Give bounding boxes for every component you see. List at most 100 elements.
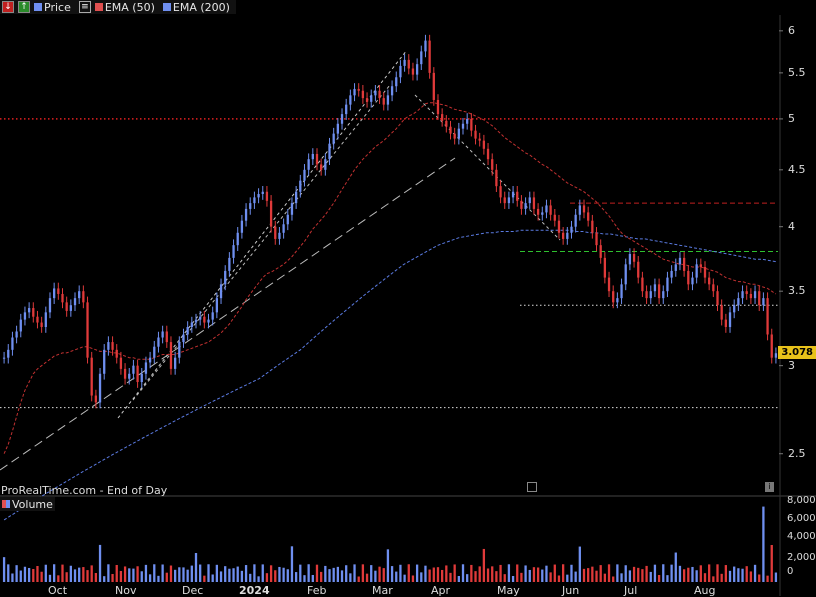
candle-22 [94,395,98,403]
candle-75 [315,153,319,165]
candle-181 [758,291,761,306]
volume-bar-148 [620,573,623,582]
candle-26 [111,342,114,350]
candle-11 [48,298,52,313]
volume-swatch-icon [2,500,10,508]
candle-71 [299,180,302,192]
ema200-line [3,229,776,521]
candle-159 [666,277,669,292]
candle-40 [169,342,173,369]
volume-bar-144 [603,573,607,582]
candle-111 [466,118,469,124]
candle-67 [282,224,285,233]
info-icon[interactable]: i [765,482,774,492]
volume-bar-143 [599,565,602,582]
volume-tick-label: 0 [787,566,794,577]
volume-bar-9 [40,571,43,582]
volume-bar-10 [44,564,47,582]
candle-166 [695,264,698,278]
volume-bar-45 [190,565,193,582]
volume-bar-90 [378,566,381,582]
candle-39 [165,331,168,343]
volume-bar-92 [386,549,390,582]
candle-9 [40,322,43,327]
volume-bar-6 [27,567,31,582]
volume-bar-172 [720,573,723,582]
candle-156 [653,284,657,292]
candle-110 [461,123,465,129]
candle-163 [682,257,686,271]
candle-104 [436,99,440,115]
candle-32 [136,365,139,383]
candle-19 [82,291,85,303]
candle-13 [57,288,60,294]
volume-bar-125 [524,565,527,582]
volume-bar-32 [136,566,139,582]
volume-bar-53 [224,566,227,582]
candle-45 [190,322,193,327]
volume-bar-118 [495,571,498,582]
candle-128 [536,208,540,215]
candle-73 [307,159,310,170]
volume-bar-119 [499,564,502,582]
candle-154 [645,291,648,299]
volume-bar-155 [649,571,652,582]
candle-175 [733,305,736,313]
volume-bar-132 [553,564,556,582]
volume-bar-180 [753,564,757,582]
price-chart[interactable] [0,0,816,596]
candle-97 [407,59,410,69]
candle-100 [420,51,423,65]
candle-182 [762,298,765,306]
volume-bar-2 [11,573,14,582]
volume-bar-7 [32,568,35,582]
volume-bar-68 [286,569,289,582]
candle-63 [265,191,269,201]
candle-6 [27,308,31,313]
candle-23 [98,373,102,403]
candle-153 [641,277,644,292]
candle-109 [457,128,460,139]
candle-83 [349,95,352,105]
x-tick-label: Feb [307,584,327,597]
ema50-line [3,102,777,454]
volume-bar-130 [545,565,548,582]
candle-15 [65,302,68,311]
volume-bar-107 [449,572,452,582]
candle-148 [620,284,623,299]
candle-127 [532,197,536,209]
candle-47 [199,316,202,320]
volume-bar-5 [23,566,27,582]
volume-bar-66 [278,566,281,582]
candle-178 [745,291,748,294]
volume-legend[interactable]: Volume [0,497,55,511]
candle-118 [495,169,498,187]
candle-167 [699,264,702,267]
volume-bar-99 [415,564,419,582]
volume-bar-25 [107,564,110,582]
volume-bar-157 [657,574,661,582]
volume-bar-124 [520,572,523,582]
y-tick-label: 4 [788,219,795,233]
volume-bar-123 [516,564,519,582]
volume-bar-116 [486,568,490,582]
candle-46 [194,319,198,323]
candle-98 [411,68,415,75]
volume-bar-69 [290,546,294,582]
candle-29 [123,368,127,379]
candle-99 [415,64,419,75]
candle-129 [541,212,544,215]
volume-bar-91 [382,568,385,582]
x-tick-label: Nov [115,584,137,597]
candle-131 [549,205,552,215]
candle-77 [324,159,327,170]
candle-122 [511,191,515,198]
candle-117 [491,159,494,170]
volume-bar-81 [340,570,344,582]
calendar-icon[interactable] [527,482,537,492]
candle-12 [53,288,56,299]
volume-bar-37 [157,575,160,582]
candle-136 [570,226,573,233]
volume-bar-1 [7,564,10,582]
volume-bar-56 [236,566,239,582]
